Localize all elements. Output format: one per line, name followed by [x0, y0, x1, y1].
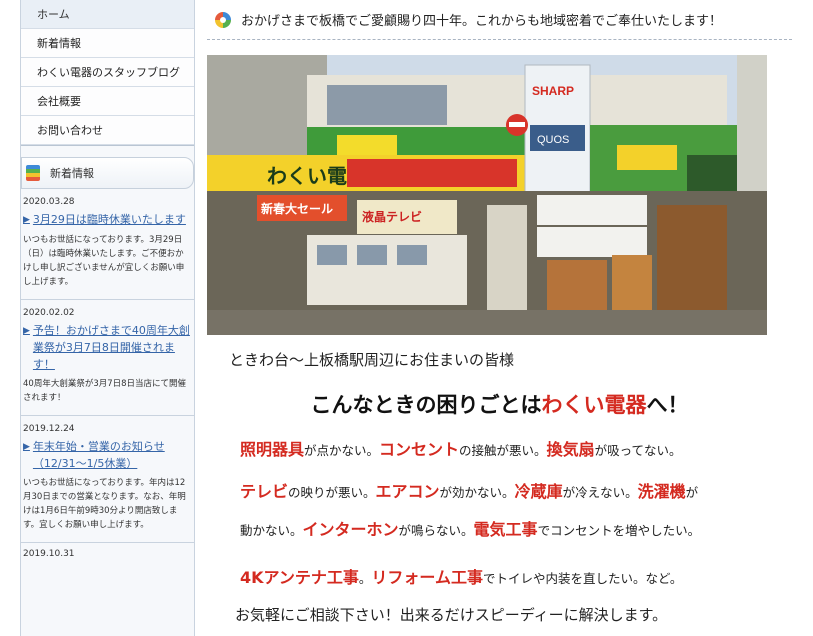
- nav-company[interactable]: 会社概要: [21, 87, 194, 116]
- arrow-right-icon: ▶: [23, 442, 30, 452]
- global-nav: ホーム 新着情報 わくい電器のスタッフブログ 会社概要 お問い合わせ: [21, 0, 194, 146]
- trouble-line: 照明器具が点かない。コンセントの接触が悪い。換気扇が吸ってない。: [240, 440, 682, 459]
- news-link[interactable]: ▶ 年末年始・営業のお知らせ（12/31〜1/5休業）: [23, 438, 194, 472]
- nav-contact[interactable]: お問い合わせ: [21, 116, 194, 145]
- news-link[interactable]: ▶ 3月29日は臨時休業いたします: [23, 211, 194, 229]
- news-icon: [26, 165, 40, 181]
- trouble-line: 4Kアンテナ工事。リフォーム工事でトイレや内装を直したい。など。: [240, 568, 683, 587]
- news-entry: 2019.12.24 ▶ 年末年始・営業のお知らせ（12/31〜1/5休業） いつ…: [21, 416, 194, 543]
- news-excerpt: 40周年大創業祭が3月7日8日当店にて開催されます！: [23, 379, 187, 403]
- svg-text:SHARP: SHARP: [532, 84, 574, 98]
- main-content: おかげさまで板橋でご愛顧賜り四十年。これからも地域密着でご奉仕いたします！ わく…: [207, 0, 792, 636]
- news-entry: 2019.10.31: [21, 543, 194, 573]
- arrow-right-icon: ▶: [23, 326, 30, 336]
- nav-news[interactable]: 新着情報: [21, 29, 194, 58]
- nav-staff-blog[interactable]: わくい電器のスタッフブログ: [21, 58, 194, 87]
- news-title: 新着情報: [50, 167, 94, 180]
- news-header: 新着情報: [21, 157, 194, 189]
- arrow-right-icon: ▶: [23, 215, 30, 225]
- nav-home[interactable]: ホーム: [21, 0, 194, 29]
- trouble-line: 動かない。インターホンが鳴らない。電気工事でコンセントを増やしたい。: [240, 520, 701, 539]
- lead-text: ときわ台〜上板橋駅周辺にお住まいの皆様: [229, 351, 515, 369]
- store-photo: わくい電器 SHARP QUOS 新春大セール 液晶テレビ: [207, 55, 767, 335]
- trouble-line: テレビの映りが悪い。エアコンが効かない。冷蔵庫が冷えない。洗濯機が: [240, 482, 699, 501]
- news-excerpt: いつもお世話になっております。3月29日（日）は臨時休業いたします。ご不便おかけ…: [23, 235, 185, 287]
- news-entry: 2020.03.28 ▶ 3月29日は臨時休業いたします いつもお世話になっており…: [21, 189, 194, 300]
- news-date: 2020.02.02: [23, 308, 75, 318]
- svg-text:新春大セール: 新春大セール: [261, 201, 333, 216]
- store-photo-illustration: わくい電器 SHARP QUOS 新春大セール 液晶テレビ: [207, 55, 767, 335]
- headline: こんなときの困りごとはわくい電器へ！: [310, 393, 689, 417]
- sidebar: ホーム 新着情報 わくい電器のスタッフブログ 会社概要 お問い合わせ 新着情報 …: [20, 0, 195, 636]
- logo-icon: [215, 11, 231, 28]
- news-date: 2020.03.28: [23, 197, 75, 207]
- news-date: 2019.10.31: [23, 549, 75, 559]
- tagline: おかげさまで板橋でご愛顧賜り四十年。これからも地域密着でご奉仕いたします！: [241, 14, 723, 29]
- news-excerpt: いつもお世話になっております。年内は12月30日までの営業となります。なお、年明…: [23, 478, 186, 530]
- svg-text:液晶テレビ: 液晶テレビ: [362, 209, 422, 224]
- news-date: 2019.12.24: [23, 424, 75, 434]
- closing-text: お気軽にご相談下さい！出来るだけスピーディーに解決します。: [235, 606, 668, 624]
- svg-text:QUOS: QUOS: [537, 134, 569, 146]
- news-link[interactable]: ▶ 予告！おかげさまで40周年大創業祭が3月7日8日開催されます！: [23, 322, 194, 373]
- tagline-bar: おかげさまで板橋でご愛顧賜り四十年。これからも地域密着でご奉仕いたします！: [207, 0, 792, 40]
- news-entry: 2020.02.02 ▶ 予告！おかげさまで40周年大創業祭が3月7日8日開催され…: [21, 300, 194, 416]
